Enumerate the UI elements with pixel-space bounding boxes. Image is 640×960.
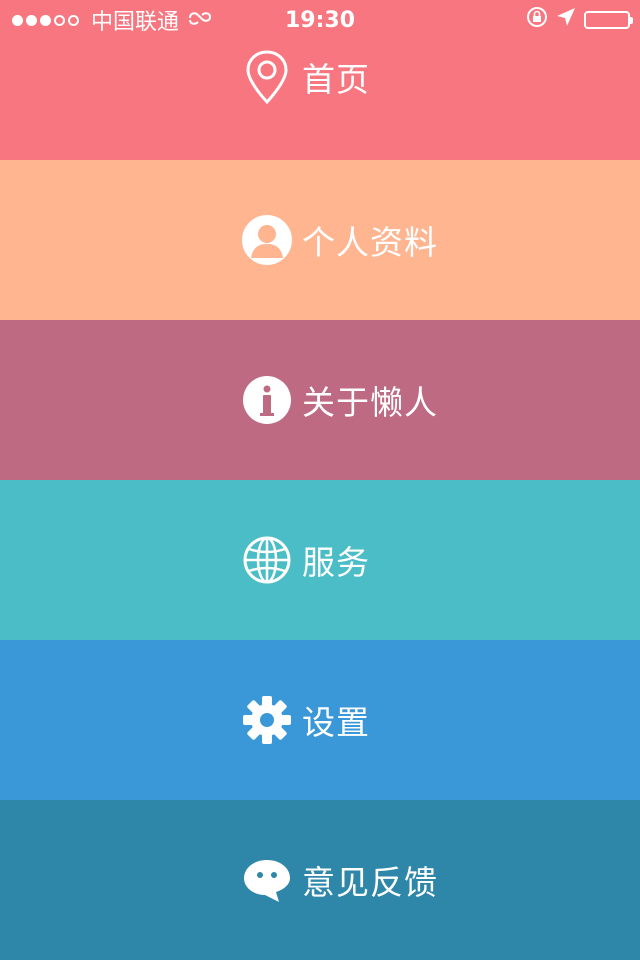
battery-icon	[584, 11, 633, 29]
menu-item-about-content: 关于懒人	[240, 373, 438, 427]
signal-dot	[26, 14, 37, 26]
menu-item-settings-content: 设置	[240, 693, 370, 747]
signal-dot	[40, 14, 51, 26]
signal-strength-icon	[12, 14, 79, 26]
menu-item-label: 意见反馈	[302, 863, 438, 902]
rotation-lock-icon	[526, 6, 548, 34]
menu-item-profile[interactable]: 个人资料	[0, 160, 640, 320]
signal-dot	[12, 14, 23, 26]
menu-item-label: 服务	[302, 543, 370, 582]
network-activity-icon	[187, 8, 213, 33]
app-screen: 首页 个人资料 关于懒人 服务 设置 意见反馈 中国联通 19:30	[0, 0, 640, 960]
signal-dot	[68, 14, 79, 26]
status-bar: 中国联通 19:30	[0, 0, 640, 40]
menu-item-profile-content: 个人资料	[240, 213, 438, 267]
menu-item-services[interactable]: 服务	[0, 480, 640, 640]
status-right	[526, 6, 640, 34]
signal-dot	[54, 14, 65, 26]
globe-icon	[240, 533, 294, 587]
menu-item-label: 个人资料	[302, 223, 438, 262]
menu-item-feedback[interactable]: 意见反馈	[0, 800, 640, 960]
menu-item-label: 首页	[302, 60, 370, 99]
location-arrow-icon	[556, 7, 576, 33]
menu-item-settings[interactable]: 设置	[0, 640, 640, 800]
menu-item-feedback-content: 意见反馈	[240, 853, 438, 907]
info-icon	[240, 373, 294, 427]
side-menu: 首页 个人资料 关于懒人 服务 设置 意见反馈	[0, 0, 640, 960]
gear-icon	[240, 693, 294, 747]
menu-item-home-content: 首页	[240, 50, 370, 105]
menu-item-about[interactable]: 关于懒人	[0, 320, 640, 480]
menu-item-services-content: 服务	[240, 533, 370, 587]
location-pin-icon	[240, 50, 294, 105]
menu-item-label: 设置	[302, 703, 370, 742]
profile-avatar-icon	[240, 213, 294, 267]
chat-bubble-icon	[240, 853, 294, 907]
status-time: 19:30	[284, 7, 356, 33]
carrier-name: 中国联通	[91, 10, 180, 35]
status-left: 中国联通	[0, 4, 213, 36]
menu-item-label: 关于懒人	[302, 383, 438, 422]
